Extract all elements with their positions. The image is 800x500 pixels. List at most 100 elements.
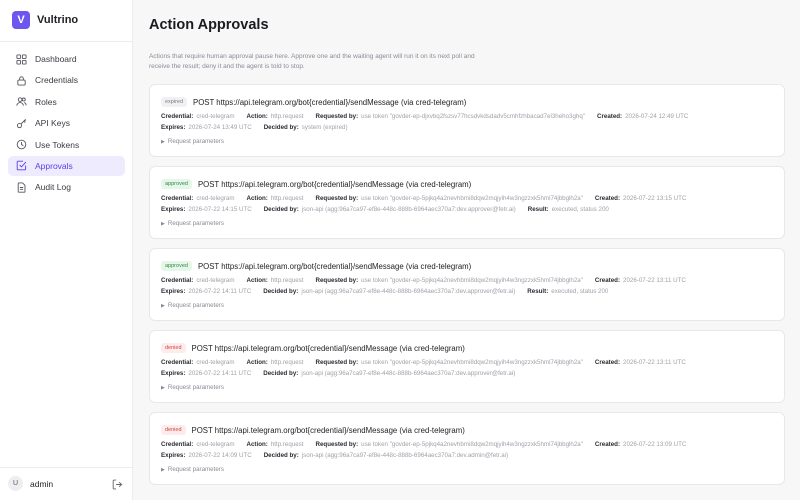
result-value: executed, status 200 — [551, 206, 609, 213]
credential-value: cred-telegram — [196, 195, 235, 202]
sidebar-item-api-keys[interactable]: API Keys — [8, 113, 125, 133]
page-description: Actions that require human approval paus… — [149, 53, 475, 70]
action-label: Action: — [246, 195, 268, 202]
sidebar-item-label: Use Tokens — [35, 139, 80, 150]
user-name: admin — [30, 478, 54, 489]
action-value: http.request — [270, 113, 304, 120]
result-value: executed, status 200 — [551, 288, 609, 295]
request-parameters-toggle[interactable]: ▶ Request parameters — [161, 138, 224, 145]
brand[interactable]: V Vultrino — [12, 11, 78, 29]
action-value: http.request — [270, 195, 304, 202]
approval-meta-row: Expires: 2026-07-24 13:49 UTC Decided by:… — [161, 124, 360, 131]
sidebar: V Vultrino Dashboard Credentials Roles A… — [0, 0, 133, 500]
request-parameters-toggle[interactable]: ▶ Request parameters — [161, 220, 224, 227]
action-label: Action: — [246, 359, 268, 366]
approval-title: POST https://api.telegram.org/bot{creden… — [197, 179, 472, 189]
caret-right-icon: ▶ — [161, 220, 165, 227]
action-value: http.request — [270, 441, 304, 448]
document-icon — [16, 182, 27, 193]
decided-by-value: json-api (agg:96a7ca97-ef8e-448c-888b-69… — [301, 452, 509, 459]
sidebar-item-audit-log[interactable]: Audit Log — [8, 177, 125, 197]
expires-value: 2026-07-22 14:11 UTC — [188, 370, 252, 377]
expires-label: Expires: — [161, 124, 186, 131]
request-parameters-label: Request parameters — [167, 302, 224, 309]
logout-icon[interactable] — [112, 477, 123, 490]
approval-meta-row: Expires: 2026-07-22 14:09 UTC Decided by:… — [161, 452, 520, 459]
approval-meta-row: Expires: 2026-07-22 14:15 UTC Decided by:… — [161, 206, 621, 213]
created-label: Created: — [597, 113, 623, 120]
clock-icon — [16, 139, 27, 150]
main-content: Action Approvals Actions that require hu… — [133, 0, 800, 500]
decided-by-value: json-api (agg:96a7ca97-ef8e-448c-888b-69… — [301, 288, 516, 295]
credential-label: Credential: — [161, 441, 194, 448]
approval-card: approved POST https://api.telegram.org/b… — [149, 166, 785, 239]
sidebar-item-label: Approvals — [35, 160, 73, 171]
requested-by-label: Requested by: — [315, 441, 359, 448]
decided-by-label: Decided by: — [263, 452, 299, 459]
expires-label: Expires: — [161, 370, 186, 377]
action-label: Action: — [246, 441, 268, 448]
requested-by-label: Requested by: — [315, 195, 359, 202]
created-value: 2026-07-22 13:15 UTC — [623, 195, 687, 202]
requested-by-value: use token "govder-ep-5pjkq4a2nevhbmi8dqw… — [361, 441, 583, 448]
approval-card: expired POST https://api.telegram.org/bo… — [149, 84, 785, 157]
sidebar-nav: Dashboard Credentials Roles API Keys Use… — [8, 49, 125, 199]
requested-by-value: use token "govder-ep-5pjkq4a2nevhbmi8dqw… — [361, 359, 583, 366]
sidebar-item-label: Credentials — [35, 75, 78, 86]
credential-value: cred-telegram — [196, 359, 235, 366]
result-label: Result: — [527, 288, 549, 295]
sidebar-item-dashboard[interactable]: Dashboard — [8, 49, 125, 69]
sidebar-item-label: Dashboard — [35, 54, 77, 64]
expires-value: 2026-07-22 14:11 UTC — [188, 288, 252, 295]
status-badge: approved — [161, 261, 192, 271]
requested-by-label: Requested by: — [315, 113, 359, 120]
credential-label: Credential: — [161, 277, 194, 284]
request-parameters-toggle[interactable]: ▶ Request parameters — [161, 302, 224, 309]
caret-right-icon: ▶ — [161, 384, 165, 391]
credential-label: Credential: — [161, 113, 194, 120]
request-parameters-toggle[interactable]: ▶ Request parameters — [161, 466, 224, 473]
decided-by-value: system (expired) — [301, 124, 348, 131]
approval-card: denied POST https://api.telegram.org/bot… — [149, 412, 785, 485]
decided-by-value: json-api (agg:96a7ca97-ef8e-448c-888b-69… — [301, 206, 516, 213]
request-parameters-toggle[interactable]: ▶ Request parameters — [161, 384, 224, 391]
approval-header: expired POST https://api.telegram.org/bo… — [161, 97, 466, 107]
requested-by-value: use token "govder-ep-5pjkq4a2nevhbmi8dqw… — [361, 195, 583, 202]
credential-value: cred-telegram — [196, 113, 235, 120]
caret-right-icon: ▶ — [161, 302, 165, 309]
page-title: Action Approvals — [149, 17, 269, 33]
approval-title: POST https://api.telegram.org/bot{creden… — [191, 343, 465, 353]
app-name: Vultrino — [37, 14, 79, 26]
check-square-icon — [16, 160, 27, 171]
created-label: Created: — [594, 277, 621, 284]
sidebar-item-label: Audit Log — [35, 182, 71, 193]
approvals-list: expired POST https://api.telegram.org/bo… — [149, 84, 785, 494]
sidebar-item-approvals[interactable]: Approvals — [8, 155, 125, 176]
decided-by-value: json-api (agg:96a7ca97-ef8e-448c-888b-69… — [301, 370, 516, 377]
sidebar-divider — [0, 467, 132, 468]
request-parameters-label: Request parameters — [167, 220, 224, 227]
approval-meta-row: Expires: 2026-07-22 14:11 UTC Decided by:… — [161, 370, 527, 377]
approval-header: approved POST https://api.telegram.org/b… — [161, 179, 471, 189]
expires-label: Expires: — [161, 206, 186, 213]
request-parameters-label: Request parameters — [167, 466, 224, 473]
decided-by-label: Decided by: — [263, 370, 299, 377]
sidebar-item-credentials[interactable]: Credentials — [8, 70, 125, 90]
approval-meta-row: Credential: cred-telegram Action: http.req… — [161, 195, 698, 202]
sidebar-item-use-tokens[interactable]: Use Tokens — [8, 135, 125, 155]
status-badge: expired — [161, 97, 188, 107]
expires-label: Expires: — [161, 288, 186, 295]
approval-header: denied POST https://api.telegram.org/bot… — [161, 343, 465, 353]
user-profile[interactable]: U admin — [8, 476, 53, 491]
status-badge: approved — [161, 179, 192, 189]
expires-label: Expires: — [161, 452, 186, 459]
expires-value: 2026-07-24 13:49 UTC — [188, 124, 252, 131]
approval-meta-row: Expires: 2026-07-22 14:11 UTC Decided by:… — [161, 288, 620, 295]
sidebar-item-label: Roles — [35, 96, 57, 107]
caret-right-icon: ▶ — [161, 138, 165, 145]
result-label: Result: — [527, 206, 549, 213]
status-badge: denied — [161, 343, 186, 353]
requested-by-label: Requested by: — [315, 359, 359, 366]
request-parameters-label: Request parameters — [167, 384, 224, 391]
sidebar-item-roles[interactable]: Roles — [8, 92, 125, 112]
